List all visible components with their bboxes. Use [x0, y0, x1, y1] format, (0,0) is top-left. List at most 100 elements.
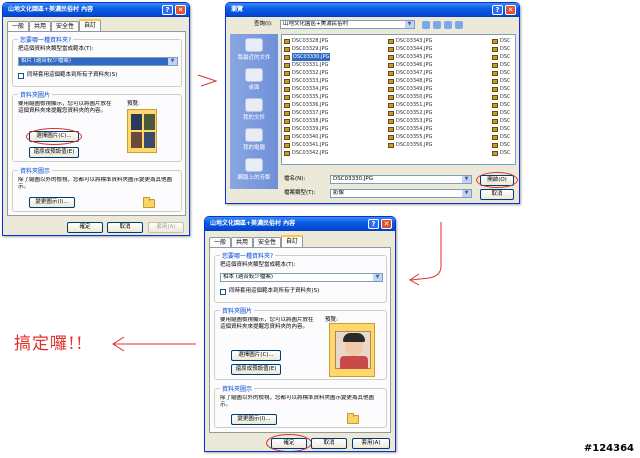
file-item[interactable]: DSC03352.JPG: [388, 109, 432, 117]
cancel-button[interactable]: 取消: [311, 438, 347, 449]
file-item[interactable]: DSC03332.JPG: [284, 69, 330, 77]
place-computer[interactable]: 我的電腦: [230, 128, 278, 151]
restore-default-button[interactable]: 還原成預設值(E): [29, 147, 79, 158]
close-icon[interactable]: ✕: [381, 219, 392, 229]
file-item[interactable]: DSC: [492, 149, 511, 157]
choose-picture-button[interactable]: 選擇圖片(C)...: [231, 350, 281, 361]
filename-value: DSC03330.JPG: [333, 176, 374, 182]
file-item[interactable]: DSC03335.JPG: [284, 93, 330, 101]
back-icon[interactable]: [422, 21, 430, 29]
new-folder-icon[interactable]: [444, 21, 452, 29]
tab-security[interactable]: 安全性: [51, 21, 80, 31]
file-item[interactable]: DSC: [492, 141, 511, 149]
apply-subfolders-checkbox[interactable]: [18, 73, 24, 79]
chevron-down-icon[interactable]: ▼: [405, 21, 414, 28]
apply-button[interactable]: 套用(A): [148, 222, 184, 233]
file-item[interactable]: DSC: [492, 37, 511, 45]
file-item[interactable]: DSC: [492, 125, 511, 133]
place-recent[interactable]: 我最近的文件: [230, 38, 278, 61]
file-item[interactable]: DSC03347.JPG: [388, 69, 432, 77]
file-item[interactable]: DSC03334.JPG: [284, 85, 330, 93]
place-desktop[interactable]: 桌面: [230, 68, 278, 91]
template-select[interactable]: 相本 (適合較少檔案) ▼: [220, 273, 383, 282]
restore-default-button[interactable]: 還原成預設值(E): [231, 364, 281, 375]
file-item[interactable]: DSC03351.JPG: [388, 101, 432, 109]
file-item[interactable]: DSC03343.JPG: [388, 37, 432, 45]
chevron-down-icon[interactable]: ▼: [168, 58, 177, 65]
change-icon-button[interactable]: 變更圖示(I)...: [29, 197, 75, 208]
cancel-button[interactable]: 取消: [107, 222, 143, 233]
filename-input[interactable]: DSC03330.JPG ▼: [330, 175, 472, 184]
file-item[interactable]: DSC03329.JPG: [284, 45, 330, 53]
view-menu-icon[interactable]: [455, 21, 463, 29]
file-item[interactable]: DSC: [492, 69, 511, 77]
file-item[interactable]: DSC: [492, 133, 511, 141]
dialog-2-titlebar[interactable]: 山地文化園區+美濃民俗村 內容 ? ✕: [205, 217, 395, 231]
file-item[interactable]: DSC: [492, 93, 511, 101]
browse-titlebar[interactable]: 瀏覽 ? ✕: [226, 3, 519, 17]
close-icon[interactable]: ✕: [175, 5, 186, 15]
file-name: DSC03329.JPG: [292, 46, 329, 52]
file-name: DSC: [500, 110, 511, 116]
file-item[interactable]: DSC03331.JPG: [284, 61, 330, 69]
close-icon[interactable]: ✕: [505, 5, 516, 15]
file-item[interactable]: DSC: [492, 109, 511, 117]
file-item[interactable]: DSC03344.JPG: [388, 45, 432, 53]
file-item[interactable]: DSC03356.JPG: [388, 141, 432, 149]
file-item[interactable]: DSC03348.JPG: [388, 77, 432, 85]
file-item[interactable]: DSC03339.JPG: [284, 125, 330, 133]
file-item[interactable]: DSC03333.JPG: [284, 77, 330, 85]
file-item[interactable]: DSC03353.JPG: [388, 117, 432, 125]
help-icon[interactable]: ?: [162, 5, 173, 15]
file-item[interactable]: DSC03355.JPG: [388, 133, 432, 141]
apply-subfolders-checkbox[interactable]: [220, 289, 226, 295]
dialog-1-titlebar[interactable]: 山地文化園區+美濃民俗村 內容 ? ✕: [3, 3, 189, 17]
file-item[interactable]: DSC: [492, 117, 511, 125]
file-item[interactable]: DSC03342.JPG: [284, 149, 330, 157]
tab-general[interactable]: 一般: [209, 237, 232, 247]
tab-sharing[interactable]: 共用: [29, 21, 52, 31]
chevron-down-icon[interactable]: ▼: [462, 190, 471, 197]
tab-customize[interactable]: 自訂: [79, 19, 102, 31]
tab-security[interactable]: 安全性: [253, 237, 282, 247]
file-item[interactable]: DSC03340.JPG: [284, 133, 330, 141]
file-item[interactable]: DSC03336.JPG: [284, 101, 330, 109]
file-item[interactable]: DSC03346.JPG: [388, 61, 432, 69]
filetype-label: 檔案類型(T):: [284, 190, 316, 196]
browse-cancel-button[interactable]: 取消: [480, 189, 514, 200]
ok-button[interactable]: 確定: [67, 222, 103, 233]
file-item[interactable]: DSC03328.JPG: [284, 37, 330, 45]
file-item[interactable]: DSC03350.JPG: [388, 93, 432, 101]
file-item[interactable]: DSC03337.JPG: [284, 109, 330, 117]
file-item[interactable]: DSC: [492, 101, 511, 109]
file-item[interactable]: DSC03345.JPG: [388, 53, 432, 61]
chevron-down-icon[interactable]: ▼: [462, 176, 471, 183]
look-in-select[interactable]: 山地文化園區+美濃民俗村 ▼: [280, 20, 415, 29]
file-item[interactable]: DSC: [492, 61, 511, 69]
place-network[interactable]: 網路上的芳鄰: [230, 158, 278, 181]
change-icon-button[interactable]: 變更圖示(I)...: [231, 414, 277, 425]
template-select[interactable]: 相片 (適合較少檔案) ▼: [18, 57, 178, 66]
apply-button[interactable]: 套用(A): [352, 438, 390, 449]
tab-general[interactable]: 一般: [7, 21, 30, 31]
file-item[interactable]: DSC: [492, 77, 511, 85]
up-folder-icon[interactable]: [433, 21, 441, 29]
help-icon[interactable]: ?: [368, 219, 379, 229]
help-icon[interactable]: ?: [492, 5, 503, 15]
file-item[interactable]: DSC03349.JPG: [388, 85, 432, 93]
folder-icons-title: 資料夾圖示: [220, 384, 255, 393]
file-item[interactable]: DSC03330.JPG: [284, 53, 331, 61]
file-item[interactable]: DSC: [492, 45, 511, 53]
chevron-down-icon[interactable]: ▼: [373, 274, 382, 281]
tab-customize[interactable]: 自訂: [281, 235, 304, 247]
image-file-icon: [492, 102, 498, 108]
file-item[interactable]: DSC: [492, 53, 511, 61]
file-item[interactable]: DSC03341.JPG: [284, 141, 330, 149]
tab-sharing[interactable]: 共用: [231, 237, 254, 247]
file-list[interactable]: DSC03328.JPG DSC03329.JPG DSC03330.JPG DSC0…: [281, 34, 516, 165]
filetype-select[interactable]: 影像 ▼: [330, 189, 472, 198]
file-item[interactable]: DSC: [492, 85, 511, 93]
place-documents[interactable]: 我的文件: [230, 98, 278, 121]
file-item[interactable]: DSC03338.JPG: [284, 117, 330, 125]
file-item[interactable]: DSC03354.JPG: [388, 125, 432, 133]
